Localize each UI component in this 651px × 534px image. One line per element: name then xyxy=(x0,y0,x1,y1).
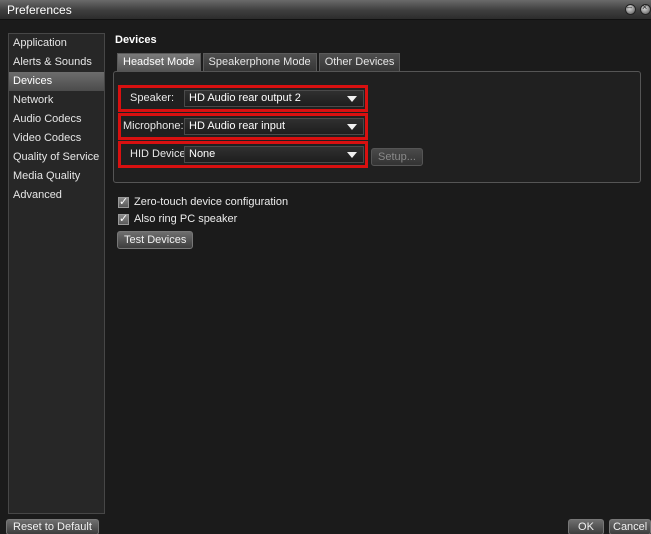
bottom-bar: Reset to Default OK Cancel xyxy=(0,518,651,534)
speaker-select[interactable]: HD Audio rear output 2 xyxy=(184,90,364,107)
sidebar-item-audio-codecs[interactable]: Audio Codecs xyxy=(9,110,104,129)
microphone-value: HD Audio rear input xyxy=(189,120,285,132)
headset-settings-group: Speaker: HD Audio rear output 2 Micropho… xyxy=(113,71,641,183)
hid-device-row: HID Device None xyxy=(118,141,368,168)
sidebar-item-devices[interactable]: Devices xyxy=(9,72,104,91)
sidebar-item-media-quality[interactable]: Media Quality xyxy=(9,167,104,186)
microphone-row: Microphone: HD Audio rear input xyxy=(118,113,368,140)
check-icon: ✓ xyxy=(119,212,129,225)
checkbox-box[interactable]: ✓ xyxy=(118,195,129,208)
sidebar-item-advanced[interactable]: Advanced xyxy=(9,186,104,205)
speaker-label: Speaker: xyxy=(130,92,175,104)
close-icon[interactable]: × xyxy=(640,2,651,15)
ring-pc-speaker-label: Also ring PC speaker xyxy=(134,213,238,225)
microphone-select[interactable]: HD Audio rear input xyxy=(184,118,364,135)
sidebar-item-application[interactable]: Application xyxy=(9,34,104,53)
sidebar-item-video-codecs[interactable]: Video Codecs xyxy=(9,129,104,148)
sidebar: Application Alerts & Sounds Devices Netw… xyxy=(8,33,105,514)
speaker-row: Speaker: HD Audio rear output 2 xyxy=(118,85,368,112)
speaker-value: HD Audio rear output 2 xyxy=(189,92,301,104)
tab-headset-mode[interactable]: Headset Mode xyxy=(117,53,201,71)
microphone-label: Microphone: xyxy=(123,120,184,132)
zero-touch-label: Zero-touch device configuration xyxy=(134,196,289,208)
reset-to-default-button[interactable]: Reset to Default xyxy=(6,519,99,534)
window-title: Preferences xyxy=(7,3,72,17)
tab-other-devices[interactable]: Other Devices xyxy=(318,53,401,71)
hid-device-label: HID Device xyxy=(130,148,186,160)
chevron-down-icon xyxy=(347,96,357,102)
minimize-icon[interactable]: – xyxy=(625,2,636,15)
setup-button[interactable]: Setup... xyxy=(371,148,423,166)
sidebar-item-network[interactable]: Network xyxy=(9,91,104,110)
checkbox-box[interactable]: ✓ xyxy=(118,212,129,225)
test-devices-button[interactable]: Test Devices xyxy=(117,231,194,249)
ok-button[interactable]: OK xyxy=(568,519,604,534)
cancel-button[interactable]: Cancel xyxy=(609,519,651,534)
zero-touch-checkbox[interactable]: ✓ Zero-touch device configuration xyxy=(118,195,288,209)
sidebar-item-alerts-sounds[interactable]: Alerts & Sounds xyxy=(9,53,104,72)
hid-device-select[interactable]: None xyxy=(184,146,364,163)
title-bar: Preferences – × xyxy=(0,0,651,20)
tab-bar: Headset Mode Speakerphone Mode Other Dev… xyxy=(117,53,402,71)
hid-device-value: None xyxy=(189,148,216,160)
section-title: Devices xyxy=(115,34,157,46)
check-icon: ✓ xyxy=(119,195,129,208)
chevron-down-icon xyxy=(347,124,357,130)
ring-pc-speaker-checkbox[interactable]: ✓ Also ring PC speaker xyxy=(118,212,237,226)
devices-panel: Devices Headset Mode Speakerphone Mode O… xyxy=(109,31,651,514)
sidebar-item-quality-of-service[interactable]: Quality of Service xyxy=(9,148,104,167)
chevron-down-icon xyxy=(347,152,357,158)
tab-speakerphone-mode[interactable]: Speakerphone Mode xyxy=(202,53,317,71)
